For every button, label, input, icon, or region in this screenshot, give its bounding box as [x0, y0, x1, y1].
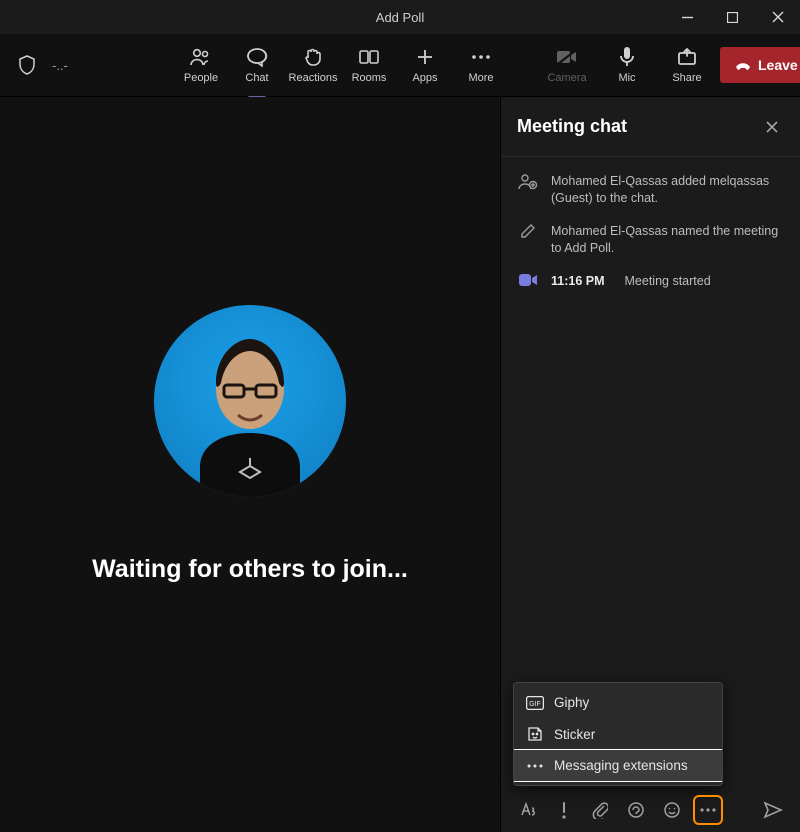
video-icon	[517, 273, 539, 290]
share-button[interactable]: Share	[660, 37, 714, 93]
priority-button[interactable]	[553, 799, 575, 821]
hand-icon	[302, 46, 324, 68]
meeting-started-text: Meeting started	[625, 273, 711, 290]
rooms-button[interactable]: Rooms	[342, 37, 396, 93]
reactions-label: Reactions	[289, 72, 338, 84]
rooms-icon	[359, 46, 379, 68]
compose-bar	[501, 788, 800, 832]
sticker-icon	[526, 726, 544, 742]
close-button[interactable]	[755, 0, 800, 34]
send-button[interactable]	[762, 799, 784, 821]
minimize-button[interactable]	[665, 0, 710, 34]
meeting-started-time: 11:16 PM	[551, 273, 605, 290]
leave-button-group: Leave	[720, 47, 800, 83]
more-icon	[471, 46, 491, 68]
chat-icon	[246, 46, 268, 68]
waiting-text: Waiting for others to join...	[92, 555, 408, 584]
chat-label: Chat	[245, 72, 268, 84]
popup-messaging-extensions[interactable]: Messaging extensions	[514, 749, 722, 782]
format-button[interactable]	[517, 799, 539, 821]
ellipsis-icon	[526, 764, 544, 768]
maximize-button[interactable]	[710, 0, 755, 34]
emoji-button[interactable]	[661, 799, 683, 821]
toolbar-left: -..-	[10, 48, 92, 82]
chat-panel: Meeting chat Mohamed El-Qassas added mel…	[500, 97, 800, 832]
leave-label: Leave	[758, 57, 798, 73]
event-meeting-started: 11:16 PM Meeting started	[517, 273, 784, 290]
more-button[interactable]: More	[454, 37, 508, 93]
chat-button[interactable]: Chat	[230, 37, 284, 93]
chat-panel-header: Meeting chat	[501, 97, 800, 157]
chat-panel-title: Meeting chat	[517, 116, 627, 137]
mic-label: Mic	[618, 72, 635, 84]
chat-panel-close[interactable]	[760, 115, 784, 139]
event-added-text: Mohamed El-Qassas added melqassas (Guest…	[551, 173, 784, 207]
mic-icon	[619, 46, 635, 68]
share-label: Share	[672, 72, 701, 84]
chat-events: Mohamed El-Qassas added melqassas (Guest…	[501, 157, 800, 289]
participant-avatar	[154, 305, 346, 497]
window-controls	[665, 0, 800, 34]
popup-extensions-label: Messaging extensions	[554, 758, 688, 773]
popup-sticker[interactable]: Sticker	[514, 718, 722, 750]
person-add-icon	[517, 173, 539, 207]
avatar-figure	[180, 327, 320, 497]
apps-button[interactable]: Apps	[398, 37, 452, 93]
gif-icon: GIF	[526, 696, 544, 710]
apps-label: Apps	[412, 72, 437, 84]
compose-popup: GIF Giphy Sticker Messaging extensions	[513, 682, 723, 786]
camera-off-icon	[556, 46, 578, 68]
camera-label: Camera	[547, 72, 586, 84]
popup-giphy[interactable]: GIF Giphy	[514, 687, 722, 718]
people-button[interactable]: People	[174, 37, 228, 93]
people-label: People	[184, 72, 218, 84]
plus-icon	[416, 46, 434, 68]
more-label: More	[468, 72, 493, 84]
reactions-button[interactable]: Reactions	[286, 37, 340, 93]
waveform-indicator: -..-	[52, 58, 92, 73]
extensions-button[interactable]	[697, 799, 719, 821]
people-icon	[189, 46, 213, 68]
mic-button[interactable]: Mic	[600, 37, 654, 93]
loop-button[interactable]	[625, 799, 647, 821]
share-icon	[677, 46, 697, 68]
leave-button[interactable]: Leave	[720, 47, 800, 83]
shield-icon[interactable]	[10, 48, 44, 82]
content-area: Waiting for others to join... Meeting ch…	[0, 97, 800, 832]
event-renamed: Mohamed El-Qassas named the meeting to A…	[517, 223, 784, 257]
attach-button[interactable]	[589, 799, 611, 821]
title-bar: Add Poll	[0, 0, 800, 34]
event-added: Mohamed El-Qassas added melqassas (Guest…	[517, 173, 784, 207]
pencil-icon	[517, 223, 539, 257]
toolbar-main: People Chat Reactions Rooms Apps	[174, 37, 508, 93]
toolbar-right: Leave	[720, 47, 800, 83]
meeting-stage: Waiting for others to join...	[0, 97, 500, 832]
popup-giphy-label: Giphy	[554, 695, 589, 710]
event-renamed-text: Mohamed El-Qassas named the meeting to A…	[551, 223, 784, 257]
camera-button[interactable]: Camera	[540, 37, 594, 93]
hangup-icon	[734, 58, 752, 72]
popup-sticker-label: Sticker	[554, 727, 595, 742]
svg-text:GIF: GIF	[529, 701, 541, 708]
rooms-label: Rooms	[352, 72, 387, 84]
meeting-toolbar: -..- People Chat Reactions Rooms	[0, 34, 800, 97]
